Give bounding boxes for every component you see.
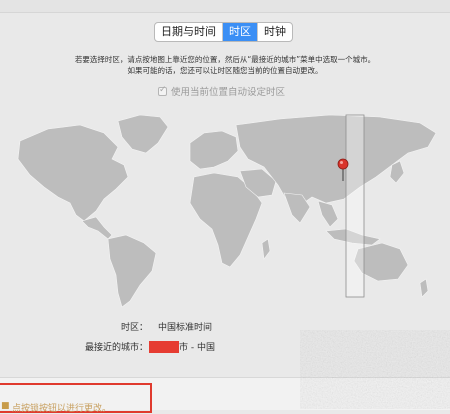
- auto-timezone-row[interactable]: ✓ 使用当前位置自动设定时区: [158, 84, 285, 98]
- window-top-bar: [0, 0, 450, 13]
- map-greenland: [117, 114, 169, 154]
- auto-timezone-label: 使用当前位置自动设定时区: [171, 87, 286, 98]
- map-new-zealand: [419, 278, 429, 298]
- blur-overlay: [300, 330, 450, 409]
- check-icon: ✓: [159, 84, 167, 95]
- lock-text[interactable]: 点按锁按钮以进行更改。: [12, 401, 111, 414]
- timezone-value: 中国标准时间: [158, 323, 213, 333]
- tab-time-zone[interactable]: 时区: [223, 23, 258, 41]
- instruction-line-1: 若要选择时区，请点按地图上靠近您的位置，然后从“最接近的城市”菜单中选取一个城市…: [74, 55, 376, 64]
- timezone-label: 时区：: [120, 323, 148, 333]
- map-south-america: [107, 234, 157, 308]
- map-madagascar: [261, 238, 271, 260]
- map-southeast-asia: [317, 200, 339, 228]
- auto-timezone-checkbox[interactable]: ✓: [158, 84, 167, 96]
- world-map[interactable]: [0, 103, 450, 308]
- tab-clock[interactable]: 时钟: [258, 23, 292, 41]
- map-north-america: [17, 124, 129, 222]
- closest-city-label: 最接近的城市：: [84, 343, 148, 353]
- instruction-line-2: 如果可能的话，您还可以让时区随您当前的位置自动更改。: [127, 66, 323, 75]
- closest-city-popup[interactable]: 市 - 中国: [149, 340, 215, 353]
- map-europe: [189, 130, 239, 170]
- segmented-tabs: 日期与时间 时区 时钟: [154, 22, 293, 42]
- timezone-band: [345, 114, 365, 298]
- map-central-america: [81, 216, 113, 240]
- redacted-city: [149, 340, 179, 353]
- closest-city-suffix: 市 - 中国: [179, 343, 215, 353]
- tab-date-time[interactable]: 日期与时间: [155, 23, 223, 41]
- lock-icon[interactable]: ■: [1, 401, 10, 411]
